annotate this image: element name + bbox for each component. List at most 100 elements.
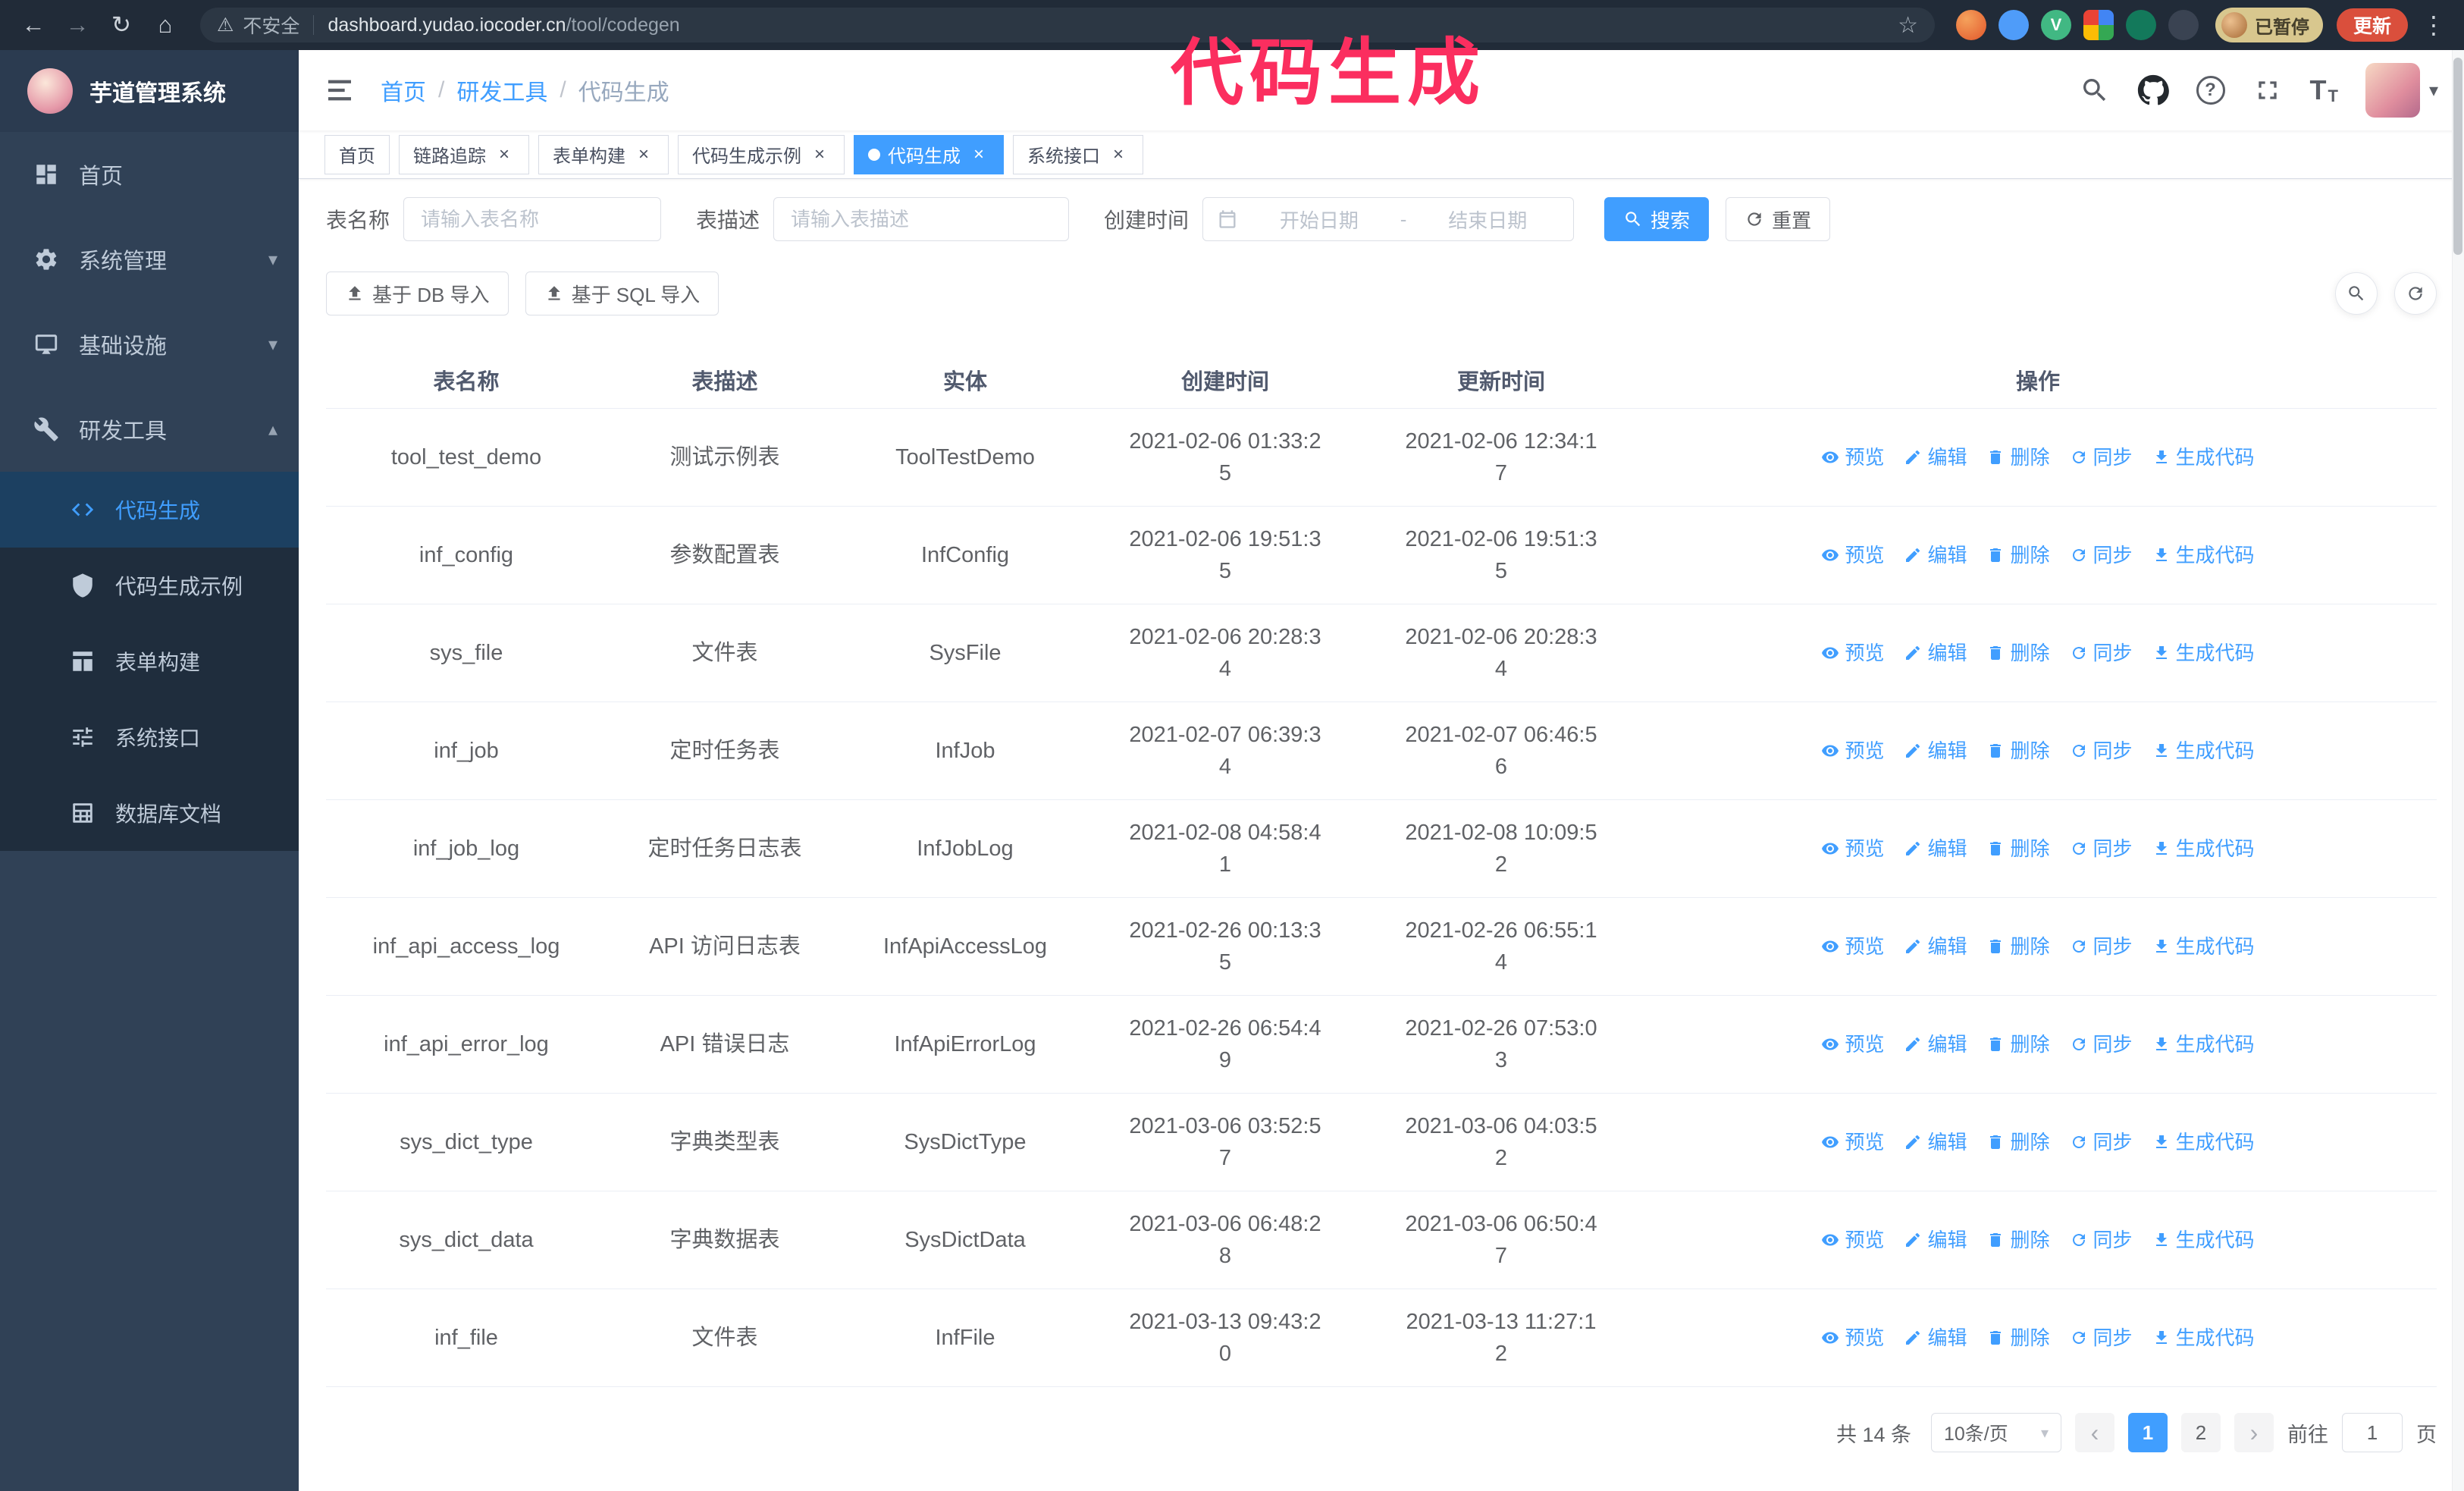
sidebar-item-db-docs[interactable]: 数据库文档 bbox=[0, 775, 299, 851]
generate-code-link[interactable]: 生成代码 bbox=[2152, 931, 2255, 962]
preview-link[interactable]: 预览 bbox=[1821, 735, 1884, 767]
extension-icon-1[interactable] bbox=[1955, 10, 1986, 40]
preview-link[interactable]: 预览 bbox=[1821, 1126, 1884, 1158]
font-size-icon[interactable]: TT bbox=[2310, 74, 2338, 106]
search-icon[interactable] bbox=[2080, 75, 2110, 105]
edit-link[interactable]: 编辑 bbox=[1904, 539, 1967, 571]
extension-icon-2[interactable] bbox=[1998, 10, 2029, 40]
close-icon[interactable]: × bbox=[1108, 144, 1129, 165]
preview-link[interactable]: 预览 bbox=[1821, 441, 1884, 473]
generate-code-link[interactable]: 生成代码 bbox=[2152, 833, 2255, 865]
tag-home[interactable]: 首页 bbox=[324, 134, 390, 174]
close-icon[interactable]: × bbox=[809, 144, 830, 165]
extension-icon-4[interactable] bbox=[2083, 10, 2114, 40]
generate-code-link[interactable]: 生成代码 bbox=[2152, 1028, 2255, 1060]
import-sql-button[interactable]: 基于 SQL 导入 bbox=[525, 272, 719, 315]
sync-link[interactable]: 同步 bbox=[2070, 441, 2133, 473]
bookmark-star-icon[interactable]: ☆ bbox=[1898, 12, 1918, 39]
generate-code-link[interactable]: 生成代码 bbox=[2152, 1322, 2255, 1354]
delete-link[interactable]: 删除 bbox=[1986, 931, 2050, 962]
preview-link[interactable]: 预览 bbox=[1821, 539, 1884, 571]
vue-devtools-icon[interactable]: V bbox=[2040, 10, 2071, 40]
refresh-table-button[interactable] bbox=[2394, 272, 2437, 315]
hamburger-icon[interactable] bbox=[324, 75, 355, 105]
sidebar-item-home[interactable]: 首页 bbox=[0, 132, 299, 217]
date-range-picker[interactable]: 开始日期 - 结束日期 bbox=[1202, 197, 1575, 241]
delete-link[interactable]: 删除 bbox=[1986, 735, 2050, 767]
sidebar-item-infra[interactable]: 基础设施 ▾ bbox=[0, 302, 299, 387]
delete-link[interactable]: 删除 bbox=[1986, 1322, 2050, 1354]
generate-code-link[interactable]: 生成代码 bbox=[2152, 441, 2255, 473]
scrollbar-thumb[interactable] bbox=[2453, 58, 2462, 255]
table-desc-input[interactable] bbox=[773, 197, 1070, 241]
delete-link[interactable]: 删除 bbox=[1986, 441, 2050, 473]
delete-link[interactable]: 删除 bbox=[1986, 1126, 2050, 1158]
preview-link[interactable]: 预览 bbox=[1821, 1224, 1884, 1256]
sidebar-item-system-api[interactable]: 系统接口 bbox=[0, 699, 299, 775]
sync-link[interactable]: 同步 bbox=[2070, 1028, 2133, 1060]
edit-link[interactable]: 编辑 bbox=[1904, 735, 1967, 767]
tag-system-api[interactable]: 系统接口 × bbox=[1013, 134, 1143, 174]
delete-link[interactable]: 删除 bbox=[1986, 1224, 2050, 1256]
preview-link[interactable]: 预览 bbox=[1821, 1028, 1884, 1060]
forward-icon[interactable]: → bbox=[58, 5, 97, 45]
sidebar-item-codegen-example[interactable]: 代码生成示例 bbox=[0, 548, 299, 623]
fullscreen-icon[interactable] bbox=[2252, 75, 2283, 105]
sidebar-item-form-builder[interactable]: 表单构建 bbox=[0, 623, 299, 699]
generate-code-link[interactable]: 生成代码 bbox=[2152, 735, 2255, 767]
reload-icon[interactable]: ↻ bbox=[102, 5, 141, 45]
delete-link[interactable]: 删除 bbox=[1986, 637, 2050, 669]
close-icon[interactable]: × bbox=[968, 144, 989, 165]
page-button-2[interactable]: 2 bbox=[2181, 1413, 2221, 1452]
generate-code-link[interactable]: 生成代码 bbox=[2152, 539, 2255, 571]
sync-link[interactable]: 同步 bbox=[2070, 735, 2133, 767]
close-icon[interactable]: × bbox=[633, 144, 654, 165]
help-icon[interactable]: ? bbox=[2196, 76, 2225, 105]
sidebar-item-codegen[interactable]: 代码生成 bbox=[0, 472, 299, 548]
logo-row[interactable]: 芋道管理系统 bbox=[0, 50, 299, 132]
sync-link[interactable]: 同步 bbox=[2070, 637, 2133, 669]
extension-icon-6[interactable] bbox=[2168, 10, 2199, 40]
preview-link[interactable]: 预览 bbox=[1821, 931, 1884, 962]
tag-codegen[interactable]: 代码生成 × bbox=[854, 134, 1004, 174]
edit-link[interactable]: 编辑 bbox=[1904, 1322, 1967, 1354]
delete-link[interactable]: 删除 bbox=[1986, 1028, 2050, 1060]
preview-link[interactable]: 预览 bbox=[1821, 1322, 1884, 1354]
github-icon[interactable] bbox=[2137, 74, 2169, 106]
page-size-select[interactable]: 10条/页 ▾ bbox=[1931, 1413, 2061, 1452]
close-icon[interactable]: × bbox=[494, 144, 515, 165]
delete-link[interactable]: 删除 bbox=[1986, 539, 2050, 571]
sync-link[interactable]: 同步 bbox=[2070, 931, 2133, 962]
sync-link[interactable]: 同步 bbox=[2070, 539, 2133, 571]
breadcrumb-home[interactable]: 首页 bbox=[381, 74, 426, 107]
search-button[interactable]: 搜索 bbox=[1604, 197, 1710, 241]
edit-link[interactable]: 编辑 bbox=[1904, 1126, 1967, 1158]
sync-link[interactable]: 同步 bbox=[2070, 1126, 2133, 1158]
edit-link[interactable]: 编辑 bbox=[1904, 931, 1967, 962]
prev-page-button[interactable]: ‹ bbox=[2075, 1413, 2114, 1452]
tag-form-builder[interactable]: 表单构建 × bbox=[538, 134, 669, 174]
preview-link[interactable]: 预览 bbox=[1821, 833, 1884, 865]
toggle-search-button[interactable] bbox=[2335, 272, 2378, 315]
sidebar-item-system[interactable]: 系统管理 ▾ bbox=[0, 217, 299, 302]
generate-code-link[interactable]: 生成代码 bbox=[2152, 637, 2255, 669]
paused-extension-badge[interactable]: 已暂停 bbox=[2215, 8, 2323, 42]
sync-link[interactable]: 同步 bbox=[2070, 833, 2133, 865]
breadcrumb-devtools[interactable]: 研发工具 bbox=[456, 74, 547, 107]
edit-link[interactable]: 编辑 bbox=[1904, 1224, 1967, 1256]
edit-link[interactable]: 编辑 bbox=[1904, 441, 1967, 473]
address-bar[interactable]: ⚠ 不安全 dashboard.yudao.iocoder.cn/tool/co… bbox=[200, 8, 1935, 42]
chrome-update-button[interactable]: 更新 bbox=[2336, 8, 2408, 42]
sync-link[interactable]: 同步 bbox=[2070, 1224, 2133, 1256]
table-name-input[interactable] bbox=[403, 197, 662, 241]
page-button-1[interactable]: 1 bbox=[2128, 1413, 2168, 1452]
tag-tracing[interactable]: 链路追踪 × bbox=[399, 134, 529, 174]
next-page-button[interactable]: › bbox=[2234, 1413, 2274, 1452]
chrome-menu-icon[interactable]: ⋮ bbox=[2422, 11, 2446, 39]
home-icon[interactable]: ⌂ bbox=[146, 5, 185, 45]
edit-link[interactable]: 编辑 bbox=[1904, 637, 1967, 669]
preview-link[interactable]: 预览 bbox=[1821, 637, 1884, 669]
reset-button[interactable]: 重置 bbox=[1726, 197, 1831, 241]
delete-link[interactable]: 删除 bbox=[1986, 833, 2050, 865]
extension-icon-5[interactable] bbox=[2125, 10, 2156, 40]
